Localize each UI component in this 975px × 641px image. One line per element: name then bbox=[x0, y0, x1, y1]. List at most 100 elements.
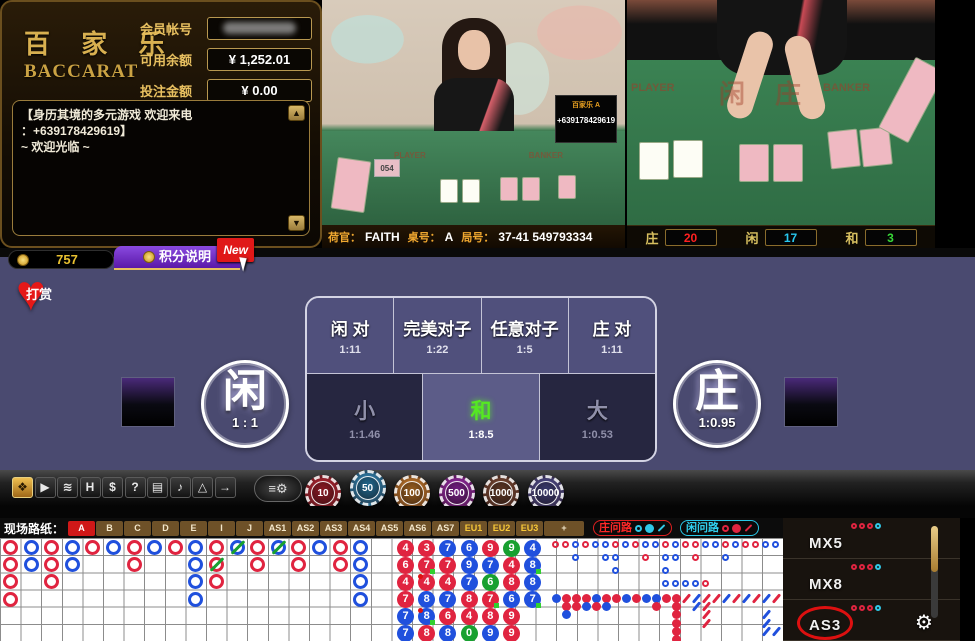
roadmap-tab-AS1[interactable]: AS1 bbox=[264, 521, 291, 536]
roadmap-tab-I[interactable]: I bbox=[208, 521, 235, 536]
big-eye-mark bbox=[612, 567, 619, 574]
report-icon[interactable]: ▤ bbox=[147, 477, 168, 498]
big-road-banker-circle bbox=[3, 540, 18, 555]
ask-player-road-button[interactable]: 闲问路 bbox=[680, 520, 759, 536]
roadmap-tab-B[interactable]: B bbox=[96, 521, 123, 536]
bead-plate-banker-result: 7 bbox=[439, 557, 456, 574]
banker-bet-spot[interactable]: 庄 1:0.95 bbox=[673, 360, 761, 448]
roadmap-tab-EU3[interactable]: EU3 bbox=[516, 521, 543, 536]
room-result-dots bbox=[851, 523, 881, 529]
account-field-value bbox=[207, 17, 312, 40]
table-closeup-video: PLAYER 闲 庄 BANKER bbox=[627, 0, 935, 225]
roadmap-tab-A[interactable]: A bbox=[68, 521, 95, 536]
bet-name: 和 bbox=[470, 395, 491, 425]
banker-pair-dot bbox=[418, 608, 423, 613]
big-eye-mark bbox=[602, 541, 609, 548]
big-eye-mark bbox=[662, 554, 669, 561]
stat-value: 17 bbox=[765, 229, 817, 246]
banker-dot-icon bbox=[867, 564, 873, 570]
side-bet-cell[interactable]: 闲 对1:11 bbox=[307, 298, 394, 374]
roadmap-tab-AS3[interactable]: AS3 bbox=[320, 521, 347, 536]
points-info-button[interactable]: 积分说明 New bbox=[114, 246, 240, 270]
toolbar: ❖▶≋H$?▤♪△→ ≡⚙ 1050100500100010000 bbox=[0, 470, 975, 506]
bet-name: 任意对子 bbox=[491, 315, 559, 340]
big-eye-mark bbox=[692, 580, 699, 587]
side-bet-cell[interactable]: 完美对子1:22 bbox=[394, 298, 481, 374]
dealer-video: PLAYER BANKER 054 百家乐 A +639178429619 bbox=[322, 0, 625, 225]
chat-scroll-down-icon[interactable]: ▼ bbox=[288, 215, 305, 231]
side-bet-cell[interactable]: 任意对子1:5 bbox=[482, 298, 569, 374]
bet-name: 闲 对 bbox=[331, 315, 370, 340]
blue-filled-circle-icon bbox=[645, 524, 654, 533]
chip-settings-button[interactable]: ≡⚙ bbox=[254, 475, 302, 502]
closeup-dealer-dress bbox=[717, 0, 847, 75]
stat-value: 3 bbox=[865, 229, 917, 246]
roadmap-tab-C[interactable]: C bbox=[124, 521, 151, 536]
big-eye-mark bbox=[592, 541, 599, 548]
cash-icon[interactable]: $ bbox=[102, 477, 123, 498]
big-eye-mark bbox=[572, 541, 579, 548]
big-road-banker-circle bbox=[127, 540, 142, 555]
roadmap-tab-E[interactable]: E bbox=[180, 521, 207, 536]
hotel-icon[interactable]: H bbox=[80, 477, 101, 498]
room-result-dots bbox=[851, 605, 881, 611]
bead-plate-banker-result: 8 bbox=[418, 625, 435, 641]
bead-plate-banker-result: 6 bbox=[397, 557, 414, 574]
big-eye-mark bbox=[672, 580, 679, 587]
roadmap-tab-AS6[interactable]: AS6 bbox=[404, 521, 431, 536]
mid-bet-cell[interactable]: 大 1:0.53 bbox=[540, 374, 655, 462]
banker-card-display[interactable] bbox=[784, 377, 838, 427]
big-road-player-circle bbox=[24, 557, 39, 572]
side-bet-cell[interactable]: 庄 对1:11 bbox=[569, 298, 655, 374]
bet-icon[interactable]: ❖ bbox=[12, 477, 33, 498]
bet-name: 大 bbox=[587, 395, 608, 425]
scrollbar-thumb[interactable] bbox=[931, 526, 938, 572]
bet-odds: 1:1.46 bbox=[349, 429, 380, 441]
chat-scroll-up-icon[interactable]: ▲ bbox=[288, 105, 305, 121]
roadmap-tab-J[interactable]: J bbox=[236, 521, 263, 536]
bead-plate-player-result: 6 bbox=[503, 591, 520, 608]
player-bet-spot[interactable]: 闲 1 : 1 bbox=[201, 360, 289, 448]
mid-bet-cell[interactable]: 小1:1.46 bbox=[307, 374, 423, 462]
roadmap-tab-AS7[interactable]: AS7 bbox=[432, 521, 459, 536]
big-eye-mark bbox=[552, 541, 559, 548]
big-road-player-circle bbox=[24, 540, 39, 555]
roadmap-tab-AS5[interactable]: AS5 bbox=[376, 521, 403, 536]
big-eye-mark bbox=[732, 541, 739, 548]
exit-icon[interactable]: → bbox=[215, 477, 236, 498]
roadmap-tab-EU1[interactable]: EU1 bbox=[460, 521, 487, 536]
big-road-player-circle bbox=[65, 540, 80, 555]
room-list-scrollbar[interactable] bbox=[931, 526, 938, 618]
bead-plate-player-result: 9 bbox=[482, 625, 499, 641]
chip-50[interactable]: 50 bbox=[350, 470, 386, 506]
signal-icon[interactable]: ≋ bbox=[57, 477, 78, 498]
roadmap-tab-D[interactable]: D bbox=[152, 521, 179, 536]
chip-value: 10 bbox=[311, 481, 335, 505]
table-label: 桌号： bbox=[408, 229, 441, 245]
music-icon[interactable]: ♪ bbox=[170, 477, 191, 498]
round-label: 局号： bbox=[461, 229, 494, 245]
bet-name: 完美对子 bbox=[403, 315, 471, 340]
help-icon[interactable]: ? bbox=[125, 477, 146, 498]
mid-bet-cell[interactable]: 和1:8.5 bbox=[423, 374, 539, 462]
roadmap-tab-+[interactable]: + bbox=[544, 521, 584, 536]
stat-value: 20 bbox=[665, 229, 717, 246]
big-eye-mark bbox=[772, 541, 779, 548]
ruler-icon[interactable]: △ bbox=[192, 477, 213, 498]
tip-button[interactable]: ♥ 打赏 bbox=[16, 274, 64, 320]
chat-messages: 【身历其境的多元游戏 欢迎来电：+639178429619】~ 欢迎光临 ~ bbox=[21, 107, 283, 155]
roadmap-tab-AS2[interactable]: AS2 bbox=[292, 521, 319, 536]
roadmap-tab-AS4[interactable]: AS4 bbox=[348, 521, 375, 536]
roadmap-tab-EU2[interactable]: EU2 bbox=[488, 521, 515, 536]
dealer-label: 荷官： bbox=[328, 229, 361, 245]
big-road-player-circle bbox=[353, 592, 368, 607]
big-eye-mark bbox=[712, 541, 719, 548]
settings-gear-icon[interactable]: ⚙ bbox=[915, 610, 933, 635]
video-icon[interactable]: ▶ bbox=[35, 477, 56, 498]
felt-player-cn: 闲 bbox=[719, 74, 745, 111]
player-card-display[interactable] bbox=[121, 377, 175, 427]
big-eye-mark bbox=[612, 554, 619, 561]
ask-banker-road-button[interactable]: 庄问路 bbox=[593, 520, 672, 536]
bet-odds: 1:0.53 bbox=[582, 429, 613, 441]
bead-plate-tie-result: 0 bbox=[461, 625, 478, 641]
